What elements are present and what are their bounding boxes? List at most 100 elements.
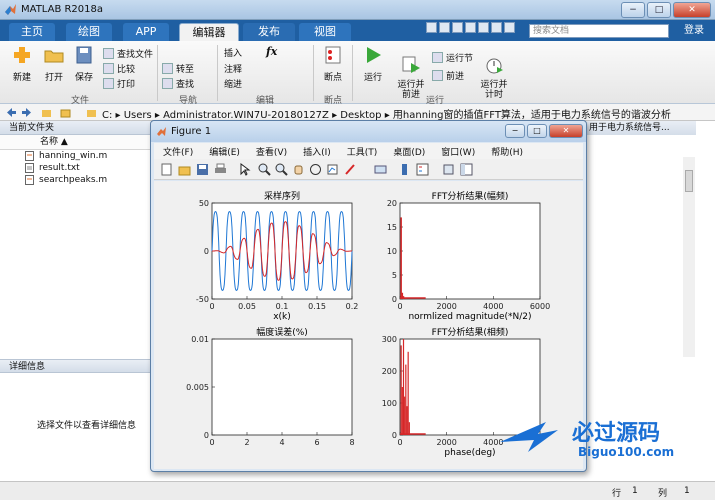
new-button[interactable]: 新建: [8, 45, 36, 83]
menu-tools[interactable]: 工具(T): [338, 145, 385, 158]
save-button[interactable]: 保存: [70, 45, 98, 83]
editor-ribbon: 新建 打开 保存 查找文件 比较 打印 文件 转至 查找 导航 插入 注释 缩进…: [0, 41, 715, 106]
rotate-icon[interactable]: [309, 163, 322, 176]
indent-button[interactable]: 缩进: [224, 77, 242, 90]
menu-desktop[interactable]: 桌面(D): [384, 145, 432, 158]
figure-title-bar[interactable]: Figure 1 − □ ✕: [151, 121, 586, 142]
zoom-out-icon[interactable]: [275, 163, 288, 176]
run-section-button[interactable]: 运行节: [432, 51, 473, 64]
menu-help[interactable]: 帮助(H): [482, 145, 530, 158]
forward-arrow-icon[interactable]: [21, 107, 32, 118]
quick-help-icon[interactable]: [504, 22, 515, 33]
save-disk-icon: [76, 46, 92, 64]
y-tick-label-1: 5: [392, 271, 397, 280]
comment-button[interactable]: 注释: [224, 62, 242, 75]
figure-menu-bar: 文件(F) 编辑(E) 查看(V) 插入(I) 工具(T) 桌面(D) 窗口(W…: [154, 143, 583, 159]
figure-window-controls: − □ ✕: [505, 124, 583, 138]
insert-button[interactable]: 插入: [224, 46, 242, 59]
compare-button[interactable]: 比较: [103, 62, 135, 75]
tab-plots[interactable]: 绘图: [66, 23, 112, 41]
menu-view[interactable]: 查看(V): [247, 145, 294, 158]
file-item[interactable]: result.txt: [0, 162, 158, 174]
figure-maximize-button[interactable]: □: [527, 124, 547, 138]
x-tick-label-0: 0.15: [308, 302, 326, 311]
pointer-icon[interactable]: [238, 163, 251, 176]
plot-title-0: 采样序列: [264, 190, 300, 202]
zoom-in-icon[interactable]: [258, 163, 271, 176]
quick-undo-icon[interactable]: [478, 22, 489, 33]
menu-file[interactable]: 文件(F): [154, 145, 200, 158]
matlab-file-icon: [25, 175, 34, 185]
fx-icon[interactable]: fx: [266, 45, 277, 58]
tab-home[interactable]: 主页: [9, 23, 55, 41]
browse-folder-icon[interactable]: [60, 107, 71, 118]
tab-apps[interactable]: APP: [123, 23, 169, 41]
legend-icon[interactable]: [416, 163, 429, 176]
y-tick-label-2: 0: [204, 431, 209, 440]
minimize-button[interactable]: −: [621, 2, 645, 18]
editor-tab-header[interactable]: 用于电力系统信号...: [586, 121, 696, 135]
folder-icon: [44, 50, 64, 63]
y-tick-label-0: 0: [204, 247, 209, 256]
menu-window[interactable]: 窗口(W): [432, 145, 482, 158]
address-path[interactable]: C: ▸ Users ▸ Administrator.WIN7U-2018012…: [102, 106, 671, 121]
up-folder-icon[interactable]: [41, 107, 52, 118]
advance-button[interactable]: 前进: [432, 69, 464, 82]
tab-view[interactable]: 视图: [299, 23, 351, 41]
find-files-button[interactable]: 查找文件: [103, 47, 153, 60]
run-and-advance-button[interactable]: 运行并 前进: [394, 45, 428, 100]
run-advance-icon: [402, 56, 420, 73]
maximize-button[interactable]: □: [647, 2, 671, 18]
quick-cut-icon[interactable]: [439, 22, 450, 33]
quick-redo-icon[interactable]: [491, 22, 502, 33]
separator: [352, 45, 353, 101]
menu-insert[interactable]: 插入(I): [294, 145, 338, 158]
quick-save-icon[interactable]: [426, 22, 437, 33]
file-item[interactable]: searchpeaks.m: [0, 174, 158, 186]
plot-xlabel-1: normlized magnitude(*N/2): [408, 312, 531, 322]
open-button[interactable]: 打开: [40, 45, 68, 83]
print-button[interactable]: 打印: [103, 77, 135, 90]
x-tick-label-3: 2000: [436, 438, 456, 447]
figure-close-button[interactable]: ✕: [549, 124, 583, 138]
address-bar: C: ▸ Users ▸ Administrator.WIN7U-2018012…: [0, 104, 715, 121]
colorbar-icon[interactable]: [398, 163, 411, 176]
print-icon[interactable]: [214, 163, 227, 176]
data-cursor-icon[interactable]: [326, 163, 339, 176]
new-figure-icon[interactable]: [160, 163, 173, 176]
plot-area-1: [399, 202, 541, 300]
name-column-header[interactable]: 名称 ▲: [0, 135, 158, 150]
menu-edit[interactable]: 编辑(E): [200, 145, 247, 158]
breakpoints-button[interactable]: 断点: [318, 45, 348, 83]
save-icon[interactable]: [196, 163, 209, 176]
run-play-icon: [367, 47, 381, 63]
file-item[interactable]: hanning_win.m: [0, 150, 158, 162]
row-label: 行: [612, 489, 622, 499]
vertical-scrollbar[interactable]: [683, 157, 695, 357]
goto-button[interactable]: 转至: [162, 62, 194, 75]
back-arrow-icon[interactable]: [6, 107, 17, 118]
y-tick-label-3: 300: [382, 335, 397, 344]
find-button[interactable]: 查找: [162, 77, 194, 90]
hide-plot-tools-icon[interactable]: [442, 163, 455, 176]
login-button[interactable]: 登录: [676, 23, 712, 39]
quick-copy-icon[interactable]: [452, 22, 463, 33]
open-file-icon[interactable]: [178, 163, 191, 176]
link-plot-icon[interactable]: [374, 163, 387, 176]
run-and-time-button[interactable]: 运行并 计时: [477, 45, 511, 100]
details-message: 选择文件以查看详细信息: [37, 421, 137, 431]
scrollbar-thumb[interactable]: [685, 170, 693, 192]
tab-publish[interactable]: 发布: [243, 23, 295, 41]
show-plot-tools-icon[interactable]: [460, 163, 473, 176]
pan-hand-icon[interactable]: [292, 163, 305, 176]
run-button[interactable]: 运行: [358, 45, 388, 83]
y-tick-label-2: 0.01: [191, 335, 209, 344]
text-file-icon: [25, 163, 34, 173]
brush-icon[interactable]: [344, 163, 357, 176]
breakpoint-icon: [325, 46, 341, 64]
figure-minimize-button[interactable]: −: [505, 124, 525, 138]
tab-editor[interactable]: 编辑器: [179, 23, 239, 41]
quick-paste-icon[interactable]: [465, 22, 476, 33]
close-button[interactable]: ✕: [673, 2, 711, 18]
search-documentation-input[interactable]: 搜索文档: [529, 24, 669, 38]
